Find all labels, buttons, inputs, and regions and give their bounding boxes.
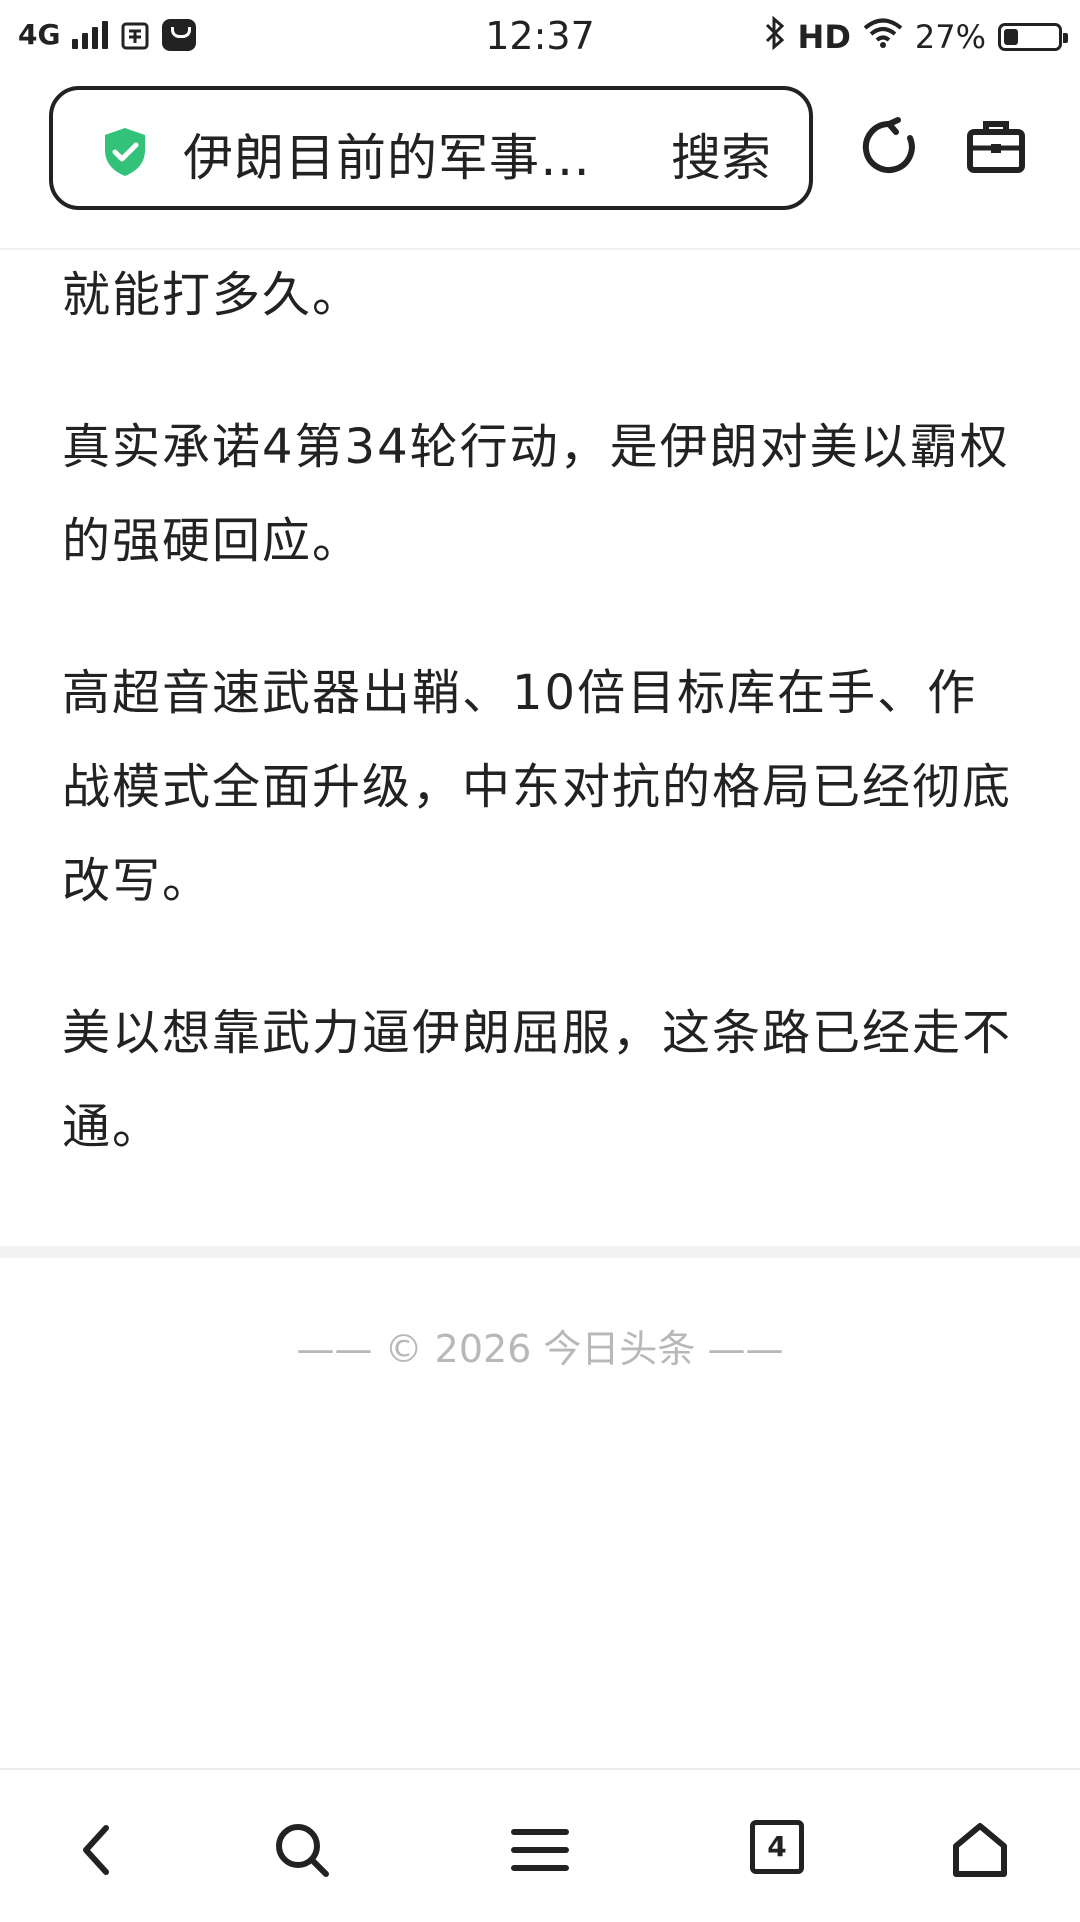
back-icon[interactable] — [70, 1820, 130, 1880]
article-paragraph: 真实承诺4第34轮行动，是伊朗对美以霸权的强硬回应。 — [62, 419, 1010, 569]
article-paragraph: 美以想靠武力逼伊朗屈服，这条路已经走不通。 — [62, 1005, 1013, 1155]
section-divider — [0, 1246, 1080, 1258]
browser-header: 伊朗目前的军事… 搜索 — [0, 76, 1080, 250]
article-paragraph: 就能打多久。 — [62, 267, 363, 323]
menu-icon[interactable] — [510, 1820, 570, 1880]
bluetooth-icon — [764, 15, 786, 58]
copyright-text: —— © 2026 今日头条 —— — [296, 1327, 784, 1371]
status-bar: 4G 12:37 HD 27% — [0, 0, 1080, 76]
wifi-icon — [863, 17, 903, 57]
bottom-navigation: 4 — [0, 1768, 1080, 1922]
refresh-icon[interactable] — [858, 116, 920, 178]
battery-percent: 27% — [914, 18, 986, 56]
home-icon[interactable] — [950, 1820, 1010, 1880]
article-body: 就能打多久。 真实承诺4第34轮行动，是伊朗对美以霸权的强硬回应。 高超音速武器… — [62, 248, 1022, 1232]
tabs-icon[interactable]: 4 — [750, 1820, 810, 1880]
status-right-group: HD 27% — [764, 15, 1068, 58]
shield-check-icon — [101, 126, 149, 178]
battery-level — [1004, 29, 1018, 45]
battery-icon — [998, 23, 1068, 51]
toolbox-icon[interactable] — [964, 116, 1028, 180]
search-button[interactable]: 搜索 — [671, 118, 771, 190]
search-query-text[interactable]: 伊朗目前的军事… — [183, 118, 591, 190]
search-icon[interactable] — [272, 1820, 332, 1880]
address-search-box[interactable]: 伊朗目前的军事… 搜索 — [49, 86, 813, 210]
hd-label: HD — [797, 18, 851, 56]
tab-count: 4 — [750, 1820, 804, 1874]
article-paragraph: 高超音速武器出鞘、10倍目标库在手、作战模式全面升级，中东对抗的格局已经彻底改写… — [62, 665, 1013, 909]
